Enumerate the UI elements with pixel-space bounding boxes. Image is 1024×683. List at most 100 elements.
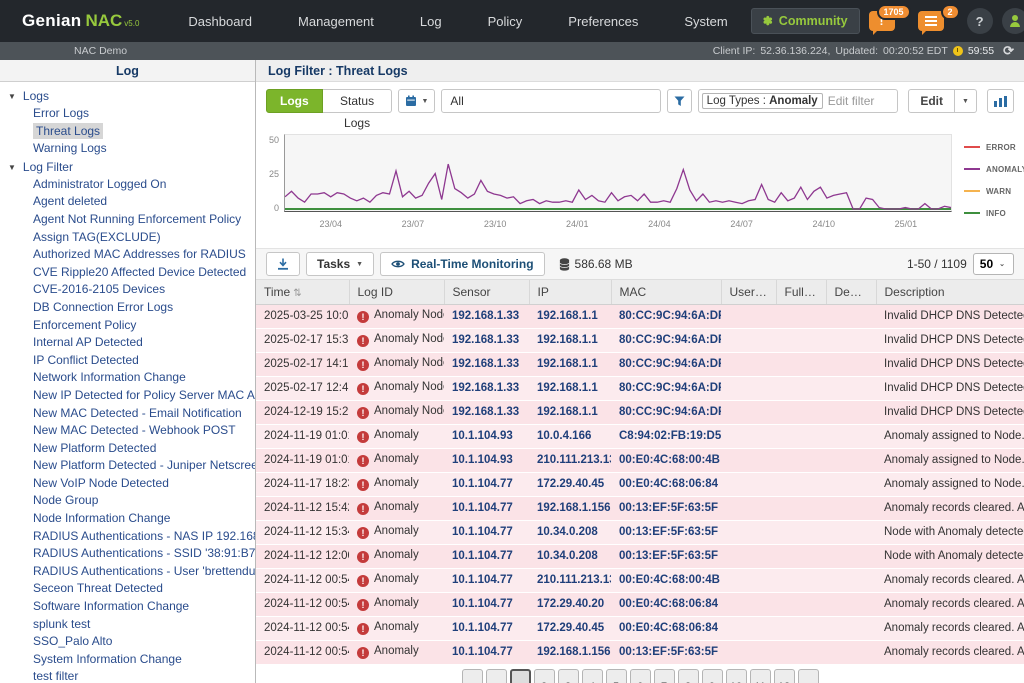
community-button[interactable]: ✽ Community bbox=[751, 8, 860, 34]
sidebar-item-new-platform-detected-juniper-netscreen[interactable]: New Platform Detected - Juniper Netscree… bbox=[0, 457, 255, 475]
sidebar-item-agent-not-running-enforcement-policy[interactable]: Agent Not Running Enforcement Policy bbox=[0, 211, 255, 229]
sidebar-item-splunk-test[interactable]: splunk test bbox=[0, 616, 255, 634]
edit-filter-input[interactable]: Log Types : Anomaly Edit filter bbox=[698, 89, 899, 113]
menu-dashboard[interactable]: Dashboard bbox=[165, 14, 275, 29]
user-button[interactable] bbox=[1002, 8, 1024, 34]
table-row[interactable]: 2024-11-12 00:54:27!Anomaly10.1.104.7719… bbox=[256, 640, 1024, 664]
sidebar-item-new-mac-detected-webhook-post[interactable]: New MAC Detected - Webhook POST bbox=[0, 422, 255, 440]
ip-link[interactable]: 192.168.1.1 bbox=[537, 382, 598, 394]
sidebar-item-warning-logs[interactable]: Warning Logs bbox=[0, 140, 255, 158]
page-button-2[interactable]: 2 bbox=[534, 669, 555, 683]
table-row[interactable]: 2024-11-12 12:00:38!Anomaly10.1.104.7710… bbox=[256, 544, 1024, 568]
page-button-12[interactable]: 12 bbox=[774, 669, 795, 683]
sensor-link[interactable]: 10.1.104.77 bbox=[452, 478, 513, 490]
sidebar-item-administrator-logged-on[interactable]: Administrator Logged On bbox=[0, 176, 255, 194]
sensor-link[interactable]: 192.168.1.33 bbox=[452, 310, 519, 322]
ip-link[interactable]: 210.111.213.13 bbox=[537, 574, 611, 586]
realtime-monitoring-button[interactable]: Real-Time Monitoring bbox=[380, 252, 544, 276]
column-header-mac[interactable]: MAC bbox=[611, 280, 721, 304]
ip-link[interactable]: 172.29.40.45 bbox=[537, 622, 604, 634]
messages-button[interactable]: 2 bbox=[918, 11, 944, 31]
mac-link[interactable]: 80:CC:9C:94:6A:DF bbox=[619, 358, 721, 370]
sidebar-item-new-ip-detected-for-policy-server-mac-address[interactable]: New IP Detected for Policy Server MAC Ad… bbox=[0, 387, 255, 405]
edit-button[interactable]: Edit bbox=[908, 89, 955, 113]
ip-link[interactable]: 192.168.1.156 bbox=[537, 502, 611, 514]
sensor-link[interactable]: 10.1.104.93 bbox=[452, 454, 513, 466]
page-button-5[interactable]: 5 bbox=[606, 669, 627, 683]
edit-caret-button[interactable]: ▼ bbox=[955, 89, 977, 113]
page-button-7[interactable]: 7 bbox=[654, 669, 675, 683]
sidebar-item-radius-authentications-ssid-38-91-b7-4e-7a-00[interactable]: RADIUS Authentications - SSID '38:91:B7:… bbox=[0, 545, 255, 563]
log-type-chip[interactable]: Log Types : Anomaly bbox=[702, 93, 823, 109]
refresh-icon[interactable]: ⟳ bbox=[1003, 43, 1014, 59]
mac-link[interactable]: 00:13:EF:5F:63:5F bbox=[619, 646, 718, 658]
sidebar-item-ip-conflict-detected[interactable]: IP Conflict Detected bbox=[0, 352, 255, 370]
sensor-link[interactable]: 10.1.104.77 bbox=[452, 598, 513, 610]
mac-link[interactable]: 80:CC:9C:94:6A:DF bbox=[619, 406, 721, 418]
chart-toggle-button[interactable] bbox=[987, 89, 1014, 113]
mac-link[interactable]: 00:13:EF:5F:63:5F bbox=[619, 550, 718, 562]
tree-group-logs[interactable]: ▼Logs bbox=[0, 87, 255, 105]
mac-link[interactable]: 80:CC:9C:94:6A:DF bbox=[619, 334, 721, 346]
menu-log[interactable]: Log bbox=[397, 14, 465, 29]
column-header-sensor[interactable]: Sensor bbox=[444, 280, 529, 304]
sidebar-item-network-information-change[interactable]: Network Information Change bbox=[0, 369, 255, 387]
sidebar-item-sso-palo-alto[interactable]: SSO_Palo Alto bbox=[0, 633, 255, 651]
sidebar-item-test-filter[interactable]: test filter bbox=[0, 668, 255, 683]
menu-policy[interactable]: Policy bbox=[465, 14, 546, 29]
table-row[interactable]: 2025-02-17 12:47:48!Anomaly Node192.168.… bbox=[256, 376, 1024, 400]
table-row[interactable]: 2025-02-17 15:37:08!Anomaly Node192.168.… bbox=[256, 328, 1024, 352]
sidebar-item-authorized-mac-addresses-for-radius[interactable]: Authorized MAC Addresses for RADIUS bbox=[0, 246, 255, 264]
page-button-[interactable]: ‹ bbox=[486, 669, 507, 683]
table-row[interactable]: 2024-11-12 15:34:14!Anomaly10.1.104.7710… bbox=[256, 520, 1024, 544]
sidebar-item-radius-authentications-user-brettenduser[interactable]: RADIUS Authentications - User 'brettendu… bbox=[0, 563, 255, 581]
page-button-1[interactable]: 1 bbox=[510, 669, 531, 683]
mac-link[interactable]: 80:CC:9C:94:6A:DF bbox=[619, 382, 721, 394]
sidebar-item-new-voip-node-detected[interactable]: New VoIP Node Detected bbox=[0, 475, 255, 493]
sensor-link[interactable]: 192.168.1.33 bbox=[452, 334, 519, 346]
page-size-select[interactable]: 50 ⌄ bbox=[973, 253, 1014, 275]
alerts-button[interactable]: ! 1705 bbox=[869, 11, 895, 31]
ip-link[interactable]: 210.111.213.13 bbox=[537, 454, 611, 466]
table-row[interactable]: 2025-03-25 10:01:09!Anomaly Node192.168.… bbox=[256, 304, 1024, 328]
mac-link[interactable]: 80:CC:9C:94:6A:DF bbox=[619, 310, 721, 322]
sidebar-item-db-connection-error-logs[interactable]: DB Connection Error Logs bbox=[0, 299, 255, 317]
tasks-button[interactable]: Tasks ▼ bbox=[306, 252, 374, 276]
sidebar-item-node-group[interactable]: Node Group bbox=[0, 492, 255, 510]
sidebar-item-radius-authentications-nas-ip-192-168-1-49[interactable]: RADIUS Authentications - NAS IP 192.168.… bbox=[0, 528, 255, 546]
column-header-log-id[interactable]: Log ID bbox=[349, 280, 444, 304]
date-range-button[interactable]: ▼ bbox=[398, 89, 435, 113]
page-button-6[interactable]: 6 bbox=[630, 669, 651, 683]
ip-link[interactable]: 192.168.1.1 bbox=[537, 358, 598, 370]
ip-link[interactable]: 172.29.40.20 bbox=[537, 598, 604, 610]
column-header-description[interactable]: Description bbox=[876, 280, 1024, 304]
sidebar-item-new-platform-detected[interactable]: New Platform Detected bbox=[0, 440, 255, 458]
sensor-link[interactable]: 10.1.104.77 bbox=[452, 574, 513, 586]
sidebar-item-cve-2016-2105-devices[interactable]: CVE-2016-2105 Devices bbox=[0, 281, 255, 299]
sensor-link[interactable]: 10.1.104.77 bbox=[452, 550, 513, 562]
mac-link[interactable]: 00:E0:4C:68:06:84 bbox=[619, 598, 718, 610]
sidebar-item-node-information-change[interactable]: Node Information Change bbox=[0, 510, 255, 528]
export-button[interactable] bbox=[266, 252, 300, 276]
ip-link[interactable]: 10.34.0.208 bbox=[537, 526, 598, 538]
ip-link[interactable]: 192.168.1.1 bbox=[537, 406, 598, 418]
column-header-time[interactable]: Time⇅ bbox=[256, 280, 349, 304]
sidebar-item-system-information-change[interactable]: System Information Change bbox=[0, 651, 255, 669]
tab-status-logs[interactable]: Status Logs bbox=[323, 89, 393, 113]
table-row[interactable]: 2024-12-19 15:29:17!Anomaly Node192.168.… bbox=[256, 400, 1024, 424]
menu-preferences[interactable]: Preferences bbox=[545, 14, 661, 29]
keyword-input[interactable] bbox=[441, 89, 660, 113]
ip-link[interactable]: 10.34.0.208 bbox=[537, 550, 598, 562]
table-row[interactable]: 2024-11-19 01:01:29!Anomaly10.1.104.9310… bbox=[256, 424, 1024, 448]
table-row[interactable]: 2025-02-17 14:19:19!Anomaly Node192.168.… bbox=[256, 352, 1024, 376]
sensor-link[interactable]: 10.1.104.77 bbox=[452, 622, 513, 634]
ip-link[interactable]: 192.168.1.1 bbox=[537, 310, 598, 322]
sensor-link[interactable]: 10.1.104.77 bbox=[452, 646, 513, 658]
sidebar-item-agent-deleted[interactable]: Agent deleted bbox=[0, 193, 255, 211]
sidebar-item-assign-tag-exclude[interactable]: Assign TAG(EXCLUDE) bbox=[0, 229, 255, 247]
ip-link[interactable]: 10.0.4.166 bbox=[537, 430, 591, 442]
page-button-8[interactable]: 8 bbox=[678, 669, 699, 683]
table-row[interactable]: 2024-11-12 15:42:15!Anomaly10.1.104.7719… bbox=[256, 496, 1024, 520]
sensor-link[interactable]: 10.1.104.93 bbox=[452, 430, 513, 442]
column-header-ip[interactable]: IP bbox=[529, 280, 611, 304]
